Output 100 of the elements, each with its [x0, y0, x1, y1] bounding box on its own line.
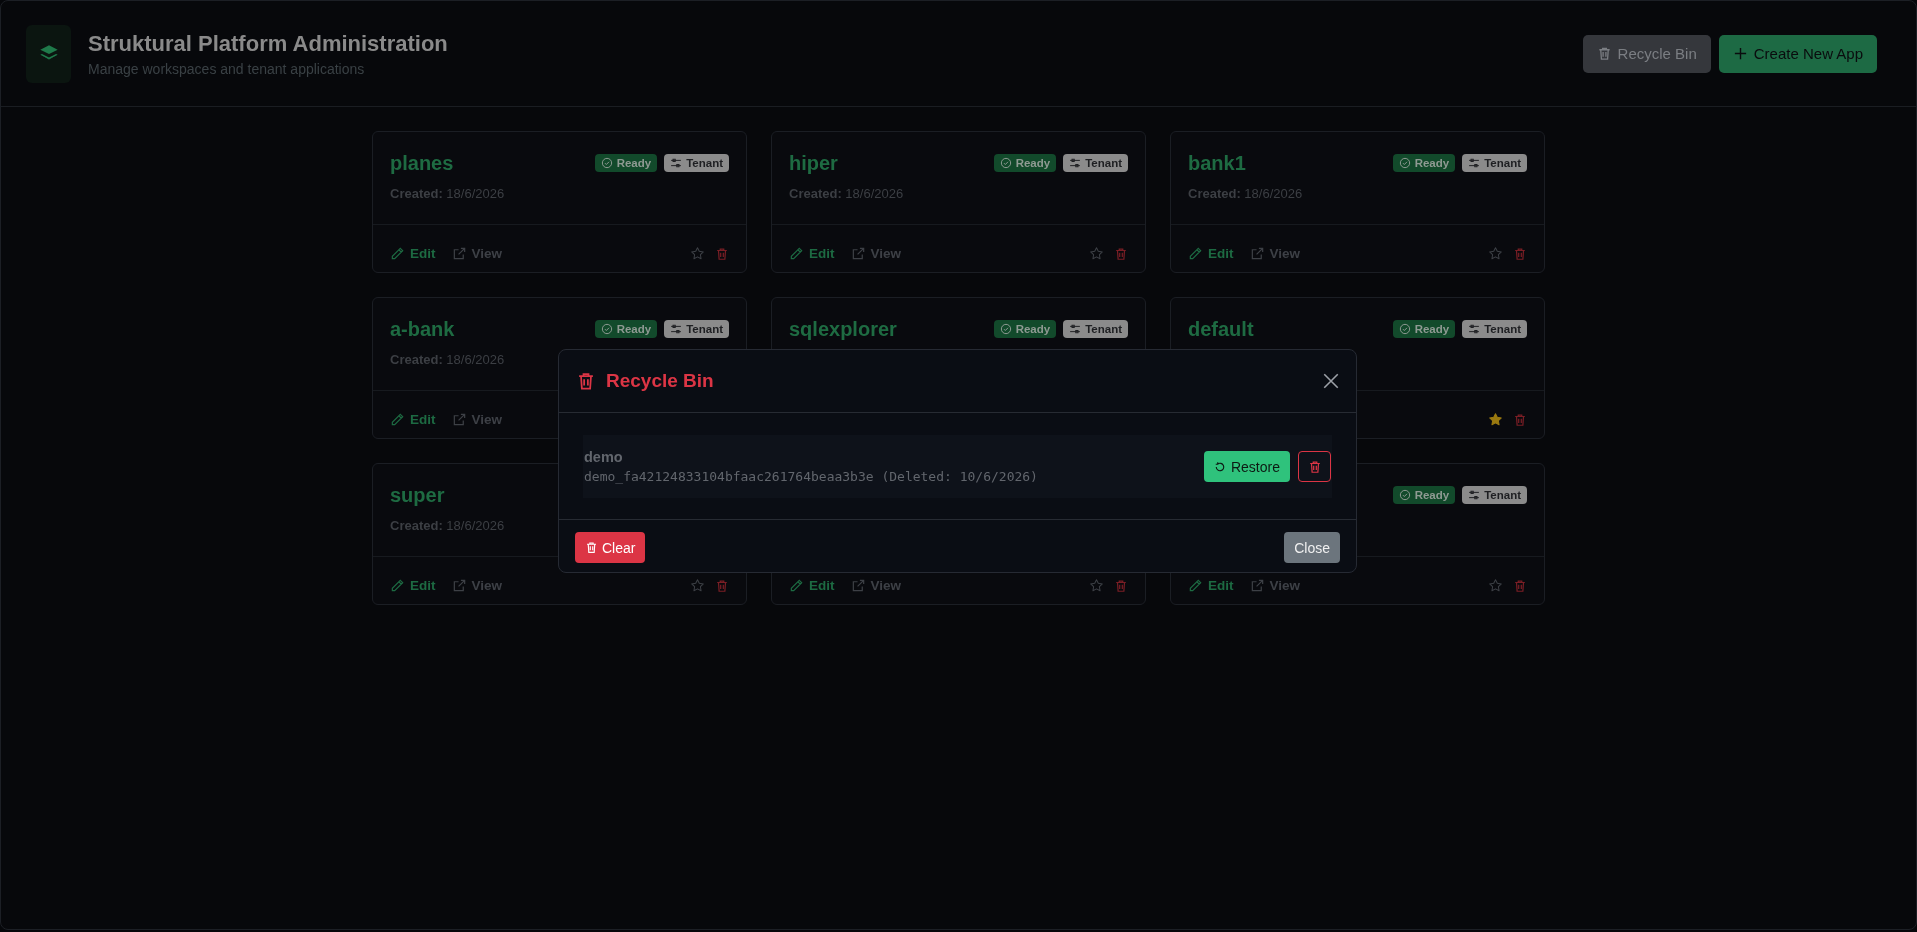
pencil-icon: [789, 246, 804, 261]
external-link-icon: [451, 246, 467, 261]
type-badge: Tenant: [664, 154, 729, 172]
status-badge: Ready: [993, 154, 1057, 172]
check-circle-icon: [999, 157, 1012, 169]
dialog-title: Recycle Bin: [606, 370, 714, 392]
pencil-icon: [1188, 578, 1203, 593]
status-badge: Ready: [1392, 154, 1456, 172]
check-circle-icon: [600, 157, 613, 169]
trash-icon: [1307, 459, 1322, 474]
external-link-icon: [1249, 578, 1265, 593]
app-title: Struktural Platform Administration: [88, 30, 448, 57]
type-badge: Tenant: [1063, 320, 1128, 338]
create-app-button[interactable]: Create New App: [1718, 34, 1877, 73]
logo-icon: [26, 24, 71, 83]
trash-icon: [1114, 578, 1128, 593]
star-icon[interactable]: [1488, 412, 1503, 427]
sliders-icon: [670, 323, 683, 335]
status-badge: Ready: [594, 154, 658, 172]
pencil-icon: [390, 412, 405, 427]
external-link-icon: [1249, 246, 1265, 261]
trash-icon: [1114, 246, 1128, 261]
type-badge: Tenant: [664, 320, 729, 338]
type-badge: Tenant: [1063, 154, 1128, 172]
view-link[interactable]: View: [850, 578, 902, 593]
sliders-icon: [1468, 323, 1481, 335]
star-icon[interactable]: [1089, 578, 1104, 593]
pencil-icon: [390, 578, 405, 593]
app-name: super: [390, 483, 445, 507]
clear-button[interactable]: Clear: [575, 532, 646, 563]
trash-icon: [576, 371, 596, 391]
external-link-icon: [451, 412, 467, 427]
trash-icon: [1513, 578, 1527, 593]
check-circle-icon: [1398, 323, 1411, 335]
pencil-icon: [390, 246, 405, 261]
view-link[interactable]: View: [1249, 246, 1301, 261]
status-badge: Ready: [594, 320, 658, 338]
delete-button[interactable]: [1114, 246, 1128, 261]
trash-icon: [1513, 412, 1527, 427]
app-name: a-bank: [390, 317, 455, 341]
restore-button[interactable]: Restore: [1203, 451, 1290, 482]
star-icon[interactable]: [1089, 246, 1104, 261]
edit-link[interactable]: Edit: [390, 412, 436, 427]
edit-link[interactable]: Edit: [390, 246, 436, 261]
rotate-icon: [1213, 460, 1226, 473]
view-link[interactable]: View: [451, 412, 503, 427]
app-name: default: [1188, 317, 1254, 341]
view-link[interactable]: View: [451, 578, 503, 593]
star-icon[interactable]: [690, 246, 705, 261]
edit-link[interactable]: Edit: [789, 246, 835, 261]
delete-button[interactable]: [715, 578, 729, 593]
type-badge: Tenant: [1462, 320, 1527, 338]
status-badge: Ready: [993, 320, 1057, 338]
app-name: sqlexplorer: [789, 317, 897, 341]
star-icon[interactable]: [1488, 578, 1503, 593]
item-name: demo: [584, 449, 624, 465]
external-link-icon: [850, 246, 866, 261]
edit-link[interactable]: Edit: [390, 578, 436, 593]
delete-forever-button[interactable]: [1298, 451, 1331, 482]
star-icon[interactable]: [1488, 246, 1503, 261]
item-detail: demo_fa42124833104bfaac261764beaa3b3e (Deleted: 10/6/2026): [584, 469, 1039, 484]
sliders-icon: [1468, 157, 1481, 169]
close-button[interactable]: Close: [1284, 532, 1340, 563]
type-badge: Tenant: [1462, 486, 1527, 504]
edit-link[interactable]: Edit: [789, 578, 835, 593]
view-link[interactable]: View: [1249, 578, 1301, 593]
external-link-icon: [850, 578, 866, 593]
status-badge: Ready: [1392, 320, 1456, 338]
check-circle-icon: [1398, 157, 1411, 169]
sliders-icon: [1069, 323, 1082, 335]
external-link-icon: [451, 578, 467, 593]
check-circle-icon: [600, 323, 613, 335]
app-name: hiper: [789, 151, 838, 175]
edit-link[interactable]: Edit: [1188, 578, 1234, 593]
app-name: planes: [390, 151, 454, 175]
delete-button[interactable]: [1513, 412, 1527, 427]
sliders-icon: [1069, 157, 1082, 169]
star-icon[interactable]: [690, 578, 705, 593]
app-subtitle: Manage workspaces and tenant applications: [88, 60, 366, 77]
sliders-icon: [670, 157, 683, 169]
check-circle-icon: [999, 323, 1012, 335]
trash-icon: [1596, 46, 1612, 61]
trash-icon: [585, 541, 598, 554]
sliders-icon: [1468, 489, 1481, 501]
delete-button[interactable]: [715, 246, 729, 261]
check-circle-icon: [1398, 489, 1411, 501]
trash-icon: [715, 246, 729, 261]
edit-link[interactable]: Edit: [1188, 246, 1234, 261]
delete-button[interactable]: [1513, 578, 1527, 593]
pencil-icon: [1188, 246, 1203, 261]
recycle-bin-button[interactable]: Recycle Bin: [1582, 34, 1711, 73]
app-name: bank1: [1188, 151, 1246, 175]
view-link[interactable]: View: [451, 246, 503, 261]
delete-button[interactable]: [1513, 246, 1527, 261]
delete-button[interactable]: [1114, 578, 1128, 593]
close-icon[interactable]: [1322, 372, 1340, 390]
view-link[interactable]: View: [850, 246, 902, 261]
plus-icon: [1732, 46, 1748, 61]
type-badge: Tenant: [1462, 154, 1527, 172]
trash-icon: [715, 578, 729, 593]
